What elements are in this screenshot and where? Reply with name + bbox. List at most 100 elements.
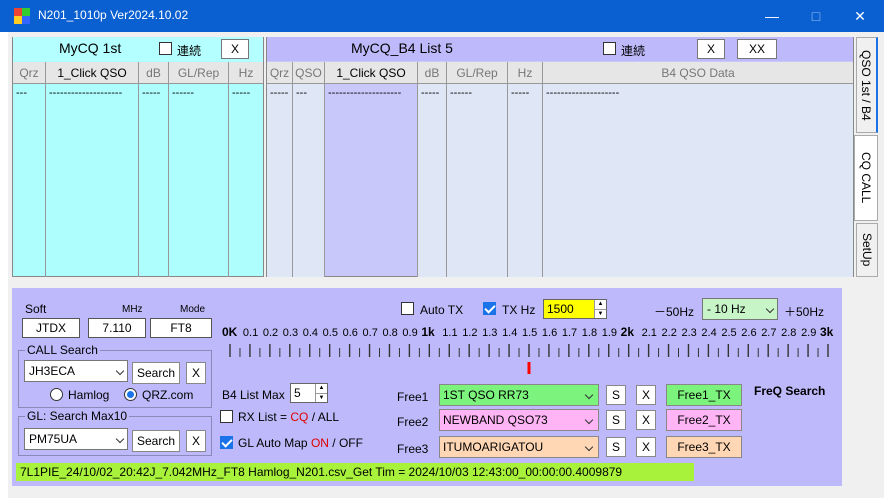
scale-ticks (229, 344, 829, 374)
minimize-button[interactable]: — (752, 4, 792, 28)
tx-hz-value: 1500 (547, 302, 574, 316)
left-renzoku-checkbox[interactable] (159, 42, 172, 55)
rxlist-checkbox[interactable] (220, 410, 233, 423)
plus-50hz-button[interactable]: ＋50Hz (784, 303, 824, 320)
hamlog-radio[interactable] (50, 388, 63, 401)
right-cell[interactable]: --- (296, 87, 307, 99)
tab-setup[interactable]: SetUp (856, 223, 878, 277)
right-col-1click: 1_Click QSO -------------------- (325, 62, 418, 277)
free1-clear-button[interactable]: X (636, 385, 656, 405)
chevron-down-icon (115, 366, 125, 376)
maximize-button[interactable]: □ (796, 4, 836, 28)
gl-search-button[interactable]: Search (132, 430, 180, 452)
left-cell[interactable]: ----- (232, 87, 250, 99)
right-renzoku-checkbox[interactable] (603, 42, 616, 55)
right-cell[interactable]: -------------------- (546, 87, 619, 99)
right-clear-all-button[interactable]: XX (737, 39, 777, 59)
tab-qso-1st-b4[interactable]: QSO 1st / B4 (856, 37, 878, 133)
left-cell[interactable]: -------------------- (49, 87, 122, 99)
b4-list-max-spinner[interactable]: 5 ▲ ▼ (290, 383, 328, 403)
free3-save-button[interactable]: S (606, 437, 626, 457)
spin-down-icon[interactable]: ▼ (594, 309, 606, 318)
tx-hz-checkbox[interactable] (483, 302, 496, 315)
free2-save-button[interactable]: S (606, 410, 626, 430)
glmap-off: OFF (338, 436, 363, 450)
auto-tx-label: Auto TX (420, 303, 464, 317)
gl-search-value: PM75UA (29, 432, 78, 446)
tx-hz-spinner[interactable]: 1500 ▲ ▼ (543, 299, 607, 319)
right-cell[interactable]: ------ (450, 87, 472, 99)
left-renzoku-label: 連続 (177, 44, 202, 58)
mycq-b4-title: MyCQ_B4 List 5 (351, 40, 453, 56)
tab-cq-call[interactable]: CQ CALL (854, 135, 878, 221)
free1-text: 1ST QSO RR73 (443, 388, 529, 402)
glmap-on: ON (310, 436, 329, 450)
free1-save-button[interactable]: S (606, 385, 626, 405)
free1-input[interactable]: 1ST QSO RR73 (439, 384, 599, 406)
right-col-header: 1_Click QSO (325, 62, 417, 84)
right-cell[interactable]: -------------------- (328, 87, 401, 99)
right-cell[interactable]: ----- (511, 87, 529, 99)
hz-step-value: - 10 Hz (707, 302, 746, 316)
free2-tx-button[interactable]: Free2_TX (666, 409, 742, 431)
glmap-label: GL Auto Map ON / OFF (238, 436, 363, 450)
right-renzoku-label: 連続 (621, 44, 646, 58)
mycq-1st-title: MyCQ 1st (59, 40, 122, 56)
right-col-hz: Hz ----- (508, 62, 543, 277)
free1-tx-button[interactable]: Free1_TX (666, 384, 742, 406)
spin-down-icon[interactable]: ▼ (315, 393, 327, 402)
title-bar: N201_1010p Ver2024.10.02 — □ ✕ (0, 0, 884, 32)
free3-input[interactable]: ITUMOARIGATOU (439, 436, 599, 458)
right-col-header: Hz (508, 62, 542, 84)
free2-clear-button[interactable]: X (636, 410, 656, 430)
status-bar: 7L1PIE_24/10/02_20:42J_7.042MHz_FT8 Haml… (16, 463, 694, 481)
frequency-scale[interactable]: 0K 0.1 0.2 0.3 0.4 0.5 0.6 0.7 0.8 0.9 1k 1.1 1.2 1.3… (222, 325, 838, 374)
right-cell[interactable]: ----- (270, 87, 288, 99)
free3-tx-button[interactable]: Free3_TX (666, 436, 742, 458)
qrz-radio[interactable] (124, 388, 137, 401)
left-clear-button[interactable]: X (221, 39, 249, 59)
left-cell[interactable]: ----- (142, 87, 160, 99)
gl-clear-button[interactable]: X (186, 430, 206, 452)
left-col-hz: Hz ----- (229, 62, 263, 277)
chevron-down-icon (115, 434, 125, 444)
spin-up-icon[interactable]: ▲ (594, 300, 606, 309)
left-col-header: dB (139, 62, 168, 84)
chevron-down-icon (584, 442, 594, 452)
call-search-button[interactable]: Search (132, 362, 180, 384)
glmap-prefix: GL Auto Map (238, 436, 311, 450)
right-col-header: dB (418, 62, 446, 84)
hz-step-select[interactable]: - 10 Hz (702, 298, 778, 320)
spin-up-icon[interactable]: ▲ (315, 384, 327, 393)
call-clear-button[interactable]: X (186, 362, 206, 384)
free3-clear-button[interactable]: X (636, 437, 656, 457)
right-cell[interactable]: ----- (421, 87, 439, 99)
left-cell[interactable]: ------ (172, 87, 194, 99)
minus-50hz-button[interactable]: －50Hz (654, 303, 694, 320)
call-search-label: CALL Search (25, 343, 100, 357)
mycq-1st-header: MyCQ 1st 連続 X (13, 37, 263, 61)
free3-label: Free3 (397, 442, 429, 456)
left-col-db: dB ----- (139, 62, 169, 277)
soft-value: JTDX (22, 318, 80, 338)
call-search-input[interactable]: JH3ECA (24, 360, 128, 382)
left-col-header: GL/Rep (169, 62, 228, 84)
free2-input[interactable]: NEWBAND QSO73 (439, 409, 599, 431)
glmap-checkbox[interactable] (220, 436, 233, 449)
freq-search-label[interactable]: FreQ Search (754, 384, 825, 398)
left-col-header: 1_Click QSO (46, 62, 138, 84)
right-col-header: GL/Rep (447, 62, 507, 84)
close-button[interactable]: ✕ (840, 4, 880, 28)
vertical-tabs: QSO 1st / B4 CQ CALL SetUp (854, 37, 878, 277)
rxlist-label: RX List = CQ / ALL (238, 410, 339, 424)
right-clear-button[interactable]: X (697, 39, 725, 59)
gl-search-input[interactable]: PM75UA (24, 428, 128, 450)
qrz-label: QRZ.com (142, 388, 194, 402)
auto-tx-checkbox[interactable] (401, 302, 414, 315)
rxlist-all: ALL (317, 410, 340, 424)
chevron-down-icon (584, 415, 594, 425)
b4-list-max-label: B4 List Max (222, 388, 285, 402)
hamlog-label: Hamlog (68, 388, 110, 402)
call-search-value: JH3ECA (29, 364, 76, 378)
left-cell[interactable]: --- (16, 87, 27, 99)
